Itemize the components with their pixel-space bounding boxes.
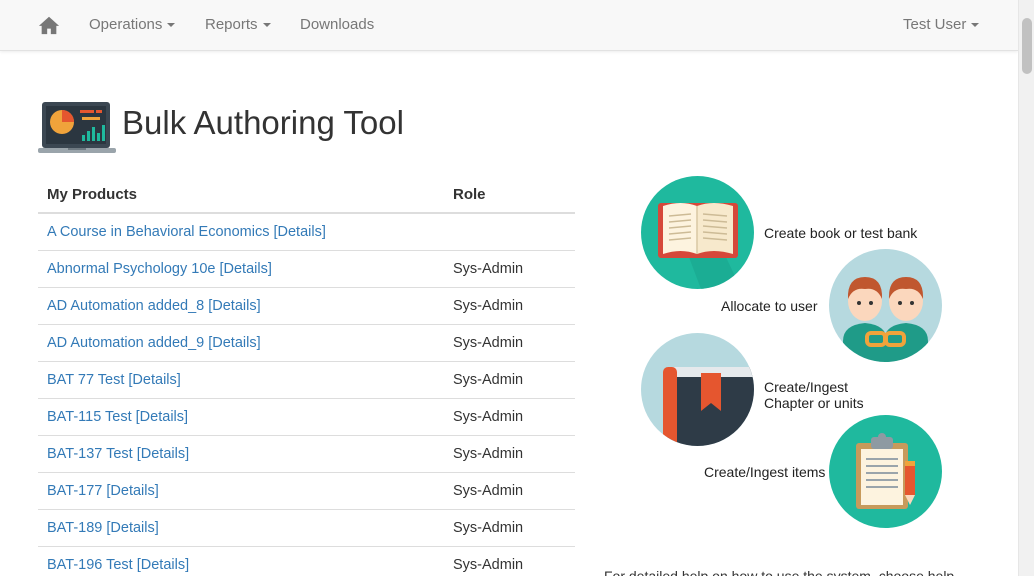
top-navbar: Operations Reports Downloads Test User (0, 0, 1018, 51)
table-row: BAT-137 Test [Details] Sys-Admin (38, 436, 575, 473)
product-details-link[interactable]: AD Automation added_9 [Details] (47, 335, 261, 351)
page-title: Bulk Authoring Tool (122, 104, 404, 141)
page-scrollbar[interactable] (1018, 0, 1034, 576)
nav-operations-label: Operations (89, 16, 163, 33)
nav-downloads-label: Downloads (300, 16, 375, 33)
table-row: BAT 77 Test [Details] Sys-Admin (38, 362, 575, 399)
role-cell: Sys-Admin (453, 520, 524, 536)
step-create-items-label: Create/Ingest items (704, 464, 826, 480)
step-create-chapter-line1: Create/Ingest (764, 379, 849, 395)
product-details-link[interactable]: BAT-189 [Details] (47, 520, 159, 536)
table-row: BAT-115 Test [Details] Sys-Admin (38, 399, 575, 436)
product-details-link[interactable]: BAT 77 Test [Details] (47, 372, 181, 388)
table-row: AD Automation added_9 [Details] Sys-Admi… (38, 325, 575, 362)
product-details-link[interactable]: BAT-177 [Details] (47, 483, 159, 499)
laptop-chart-icon (38, 102, 116, 153)
nav-operations-dropdown[interactable]: Operations (89, 0, 176, 50)
column-header-my-products: My Products (47, 186, 138, 203)
user-name-label: Test User (903, 16, 967, 33)
products-table: My Products Role A Course in Behavioral … (38, 176, 575, 576)
users-icon (829, 249, 942, 362)
table-row: Abnormal Psychology 10e [Details] Sys-Ad… (38, 251, 575, 288)
user-menu-dropdown[interactable]: Test User (903, 0, 980, 50)
product-details-link[interactable]: BAT-137 Test [Details] (47, 446, 189, 462)
step-create-book-label: Create book or test bank (764, 225, 918, 241)
nav-downloads-link[interactable]: Downloads (300, 0, 374, 50)
role-cell: Sys-Admin (453, 335, 524, 351)
chevron-down-icon (262, 23, 271, 28)
step-create-chapter-label: Create/Ingest Chapter or units (764, 379, 864, 411)
chevron-down-icon (167, 23, 176, 28)
role-cell: Sys-Admin (453, 372, 524, 388)
chevron-down-icon (971, 23, 980, 28)
table-row: BAT-177 [Details] Sys-Admin (38, 473, 575, 510)
step-create-chapter-line2: Chapter or units (764, 395, 864, 411)
table-row: A Course in Behavioral Economics [Detail… (38, 214, 575, 251)
role-cell: Sys-Admin (453, 409, 524, 425)
table-row: AD Automation added_8 [Details] Sys-Admi… (38, 288, 575, 325)
product-details-link[interactable]: BAT-115 Test [Details] (47, 409, 188, 425)
table-row: BAT-196 Test [Details] Sys-Admin (38, 547, 575, 576)
scrollbar-thumb[interactable] (1022, 18, 1032, 74)
product-details-link[interactable]: AD Automation added_8 [Details] (47, 298, 261, 314)
bookmark-book-icon (641, 333, 754, 446)
table-row: BAT-189 [Details] Sys-Admin (38, 510, 575, 547)
clipboard-icon (829, 415, 942, 528)
role-cell: Sys-Admin (453, 261, 524, 277)
role-cell: Sys-Admin (453, 446, 524, 462)
nav-reports-label: Reports (205, 16, 258, 33)
product-details-link[interactable]: BAT-196 Test [Details] (47, 557, 189, 573)
column-header-role: Role (453, 186, 486, 203)
role-cell: Sys-Admin (453, 557, 524, 573)
step-allocate-user-label: Allocate to user (721, 298, 818, 314)
book-icon (641, 176, 754, 289)
home-icon[interactable] (38, 14, 60, 36)
product-details-link[interactable]: A Course in Behavioral Economics [Detail… (47, 224, 326, 240)
role-cell: Sys-Admin (453, 298, 524, 314)
table-header: My Products Role (38, 176, 575, 214)
nav-reports-dropdown[interactable]: Reports (205, 0, 271, 50)
role-cell: Sys-Admin (453, 483, 524, 499)
help-text: For detailed help on how to use the syst… (604, 568, 955, 576)
product-details-link[interactable]: Abnormal Psychology 10e [Details] (47, 261, 272, 277)
